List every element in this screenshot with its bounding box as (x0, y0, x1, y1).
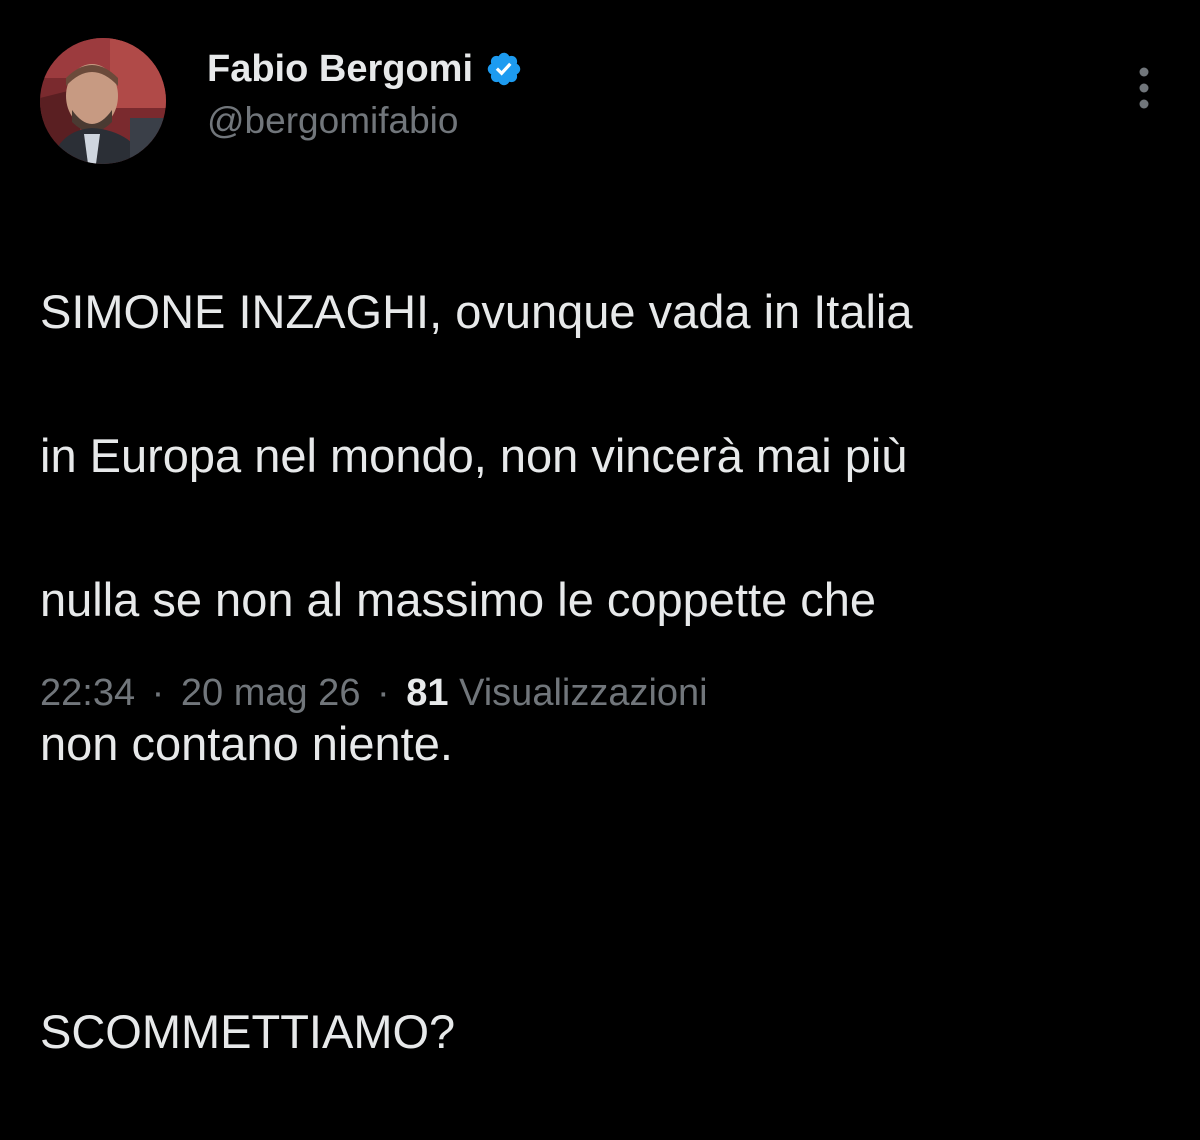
tweet-line: SIMONE INZAGHI, ovunque vada in Italia (40, 285, 913, 338)
tweet-metadata: 22:34 · 20 mag 26 · 81 Visualizzazioni (40, 672, 708, 715)
tweet-card: Fabio Bergomi @bergomifabio SIMONE INZAG… (0, 0, 1200, 1058)
author-name-row[interactable]: Fabio Bergomi (207, 44, 523, 94)
more-vertical-icon (1139, 67, 1149, 109)
tweet-line: non contano niente. (40, 717, 453, 770)
tweet-closing-line: SCOMMETTIAMO? (40, 1005, 456, 1058)
views-label[interactable]: Visualizzazioni (459, 672, 708, 714)
avatar[interactable] (40, 38, 166, 164)
meta-separator: · (377, 672, 390, 714)
more-options-button[interactable] (1122, 60, 1166, 116)
tweet-date[interactable]: 20 mag 26 (181, 672, 361, 714)
display-name[interactable]: Fabio Bergomi (207, 48, 473, 91)
verified-badge-icon (485, 50, 523, 88)
views-count[interactable]: 81 (406, 672, 448, 714)
meta-separator: · (151, 672, 165, 714)
avatar-photo (40, 38, 166, 164)
tweet-line: nulla se non al massimo le coppette che (40, 573, 877, 626)
author-handle[interactable]: @bergomifabio (207, 100, 458, 142)
tweet-line: in Europa nel mondo, non vincerà mai più (40, 429, 908, 482)
tweet-time[interactable]: 22:34 (40, 672, 135, 714)
